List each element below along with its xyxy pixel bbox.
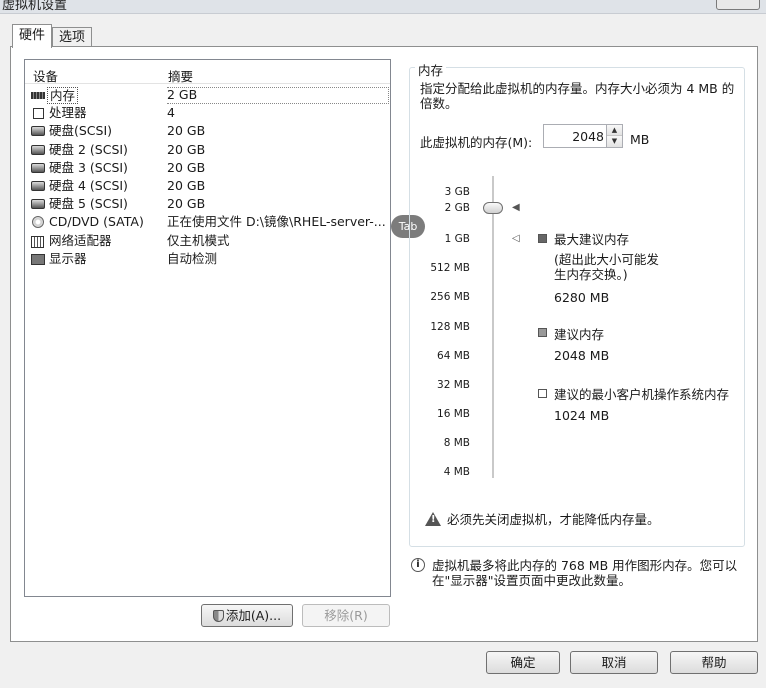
cancel-button[interactable]: 取消: [570, 651, 658, 674]
device-summary: 20 GB: [167, 196, 206, 212]
column-header-summary[interactable]: 摘要: [168, 66, 193, 85]
max-recommended-title: 最大建议内存: [554, 232, 630, 247]
device-name: 显示器: [49, 250, 87, 266]
device-row-memory[interactable]: 内存 2 GB: [25, 87, 390, 105]
scale-label: 256 MB: [430, 291, 470, 303]
recommended-marker-icon: ◀: [512, 202, 520, 213]
disk-icon: [31, 199, 45, 210]
recommended-value: 2048 MB: [554, 348, 610, 363]
device-name: 硬盘 4 (SCSI): [49, 177, 128, 193]
device-name: 硬盘(SCSI): [49, 123, 113, 139]
scale-label: 512 MB: [430, 262, 470, 274]
warning-text: 必须先关闭虚拟机，才能降低内存量。: [447, 512, 660, 527]
recommended-swatch-icon: [538, 328, 547, 337]
memory-icon: [31, 92, 45, 99]
scale-label: 3 GB: [444, 186, 470, 198]
device-row-cd-dvd[interactable]: CD/DVD (SATA) 正在使用文件 D:\镜像\RHEL-server-.…: [25, 214, 390, 232]
memory-slider-track[interactable]: [492, 176, 494, 478]
info-icon: i: [411, 558, 425, 572]
device-list-header: 设备 摘要: [25, 60, 390, 84]
add-button[interactable]: 添加(A)...: [201, 604, 293, 627]
scale-label: 128 MB: [430, 321, 470, 333]
min-recommended-title: 建议的最小客户机操作系统内存: [554, 387, 730, 402]
disk-icon: [31, 126, 45, 137]
device-row-disk-4[interactable]: 硬盘 4 (SCSI) 20 GB: [25, 178, 390, 196]
processor-icon: [33, 108, 44, 120]
scale-label: 64 MB: [437, 350, 470, 362]
scale-label: 16 MB: [437, 408, 470, 420]
network-adapter-icon: [31, 235, 44, 248]
device-name: 网络适配器: [49, 232, 112, 248]
min-recommended-value: 1024 MB: [554, 408, 610, 423]
disk-icon: [31, 144, 45, 155]
device-summary: 20 GB: [167, 123, 206, 139]
remove-button[interactable]: 移除(R): [302, 604, 390, 627]
spinner-arrows: ▲ ▼: [606, 125, 622, 147]
device-row-disk-1[interactable]: 硬盘(SCSI) 20 GB: [25, 123, 390, 141]
window-title: 虚拟机设置: [2, 0, 68, 13]
spin-down-icon[interactable]: ▼: [607, 136, 622, 147]
device-summary: 20 GB: [167, 177, 206, 193]
memory-spinner[interactable]: 2048 ▲ ▼: [543, 124, 623, 148]
max-recommended-value: 6280 MB: [554, 290, 610, 305]
memory-slider-thumb[interactable]: [483, 202, 503, 214]
device-row-display[interactable]: 显示器 自动检测: [25, 251, 390, 269]
device-row-network-adapter[interactable]: 网络适配器 仅主机模式: [25, 233, 390, 251]
device-row-disk-3[interactable]: 硬盘 3 (SCSI) 20 GB: [25, 160, 390, 178]
device-list[interactable]: 设备 摘要 内存 2 GB 处理器 4 硬盘(SCSI) 20 GB 硬盘 2 …: [24, 59, 391, 597]
device-name: 内存: [47, 87, 79, 104]
max-recommended-swatch-icon: [538, 234, 547, 243]
disk-icon: [31, 162, 45, 173]
memory-description: 指定分配给此虚拟机的内存量。内存大小必须为 4 MB 的倍数。: [420, 81, 735, 111]
scale-label: 8 MB: [443, 437, 470, 449]
monitor-icon: [31, 253, 45, 265]
tab-options[interactable]: 选项: [52, 27, 93, 48]
memory-group-title: 内存: [415, 60, 447, 79]
memory-unit: MB: [630, 132, 650, 147]
recommended-title: 建议内存: [554, 327, 605, 342]
device-row-processor[interactable]: 处理器 4: [25, 105, 390, 123]
memory-value-input[interactable]: 2048: [572, 129, 604, 144]
scale-label: 4 MB: [443, 466, 470, 478]
min-recommended-swatch-icon: [538, 389, 547, 398]
device-summary: 20 GB: [167, 159, 206, 175]
device-summary: 20 GB: [167, 141, 206, 157]
shield-icon: [212, 610, 224, 622]
device-summary: 自动检测: [167, 250, 218, 266]
device-name: 处理器: [49, 105, 87, 121]
cd-dvd-icon: [32, 216, 44, 229]
device-row-disk-5[interactable]: 硬盘 5 (SCSI) 20 GB: [25, 196, 390, 214]
tab-hardware[interactable]: 硬件: [12, 24, 53, 48]
warning-icon: [425, 512, 441, 526]
disk-icon: [31, 180, 45, 191]
device-name: 硬盘 2 (SCSI): [49, 141, 128, 157]
close-button[interactable]: [716, 0, 760, 10]
info-text: 虚拟机最多将此内存的 768 MB 用作图形内存。您可以在"显示器"设置页面中更…: [432, 558, 738, 588]
memory-field-label: 此虚拟机的内存(M):: [420, 135, 533, 150]
scale-label: 1 GB: [444, 233, 470, 245]
device-name: 硬盘 3 (SCSI): [49, 159, 128, 175]
spin-up-icon[interactable]: ▲: [607, 125, 622, 136]
min-marker-icon: ◁: [512, 233, 520, 244]
title-bar: 虚拟机设置: [0, 0, 766, 14]
scale-label: 2 GB: [444, 202, 470, 214]
scale-label: 32 MB: [437, 379, 470, 391]
device-name: 硬盘 5 (SCSI): [49, 196, 128, 212]
help-button[interactable]: 帮助: [670, 651, 758, 674]
device-summary: 正在使用文件 D:\镜像\RHEL-server-...: [167, 214, 386, 230]
device-row-disk-2[interactable]: 硬盘 2 (SCSI) 20 GB: [25, 142, 390, 160]
max-recommended-note: (超出此大小可能发生内存交换。): [554, 252, 659, 282]
column-header-device[interactable]: 设备: [33, 66, 58, 85]
device-summary: 4: [167, 105, 175, 121]
ok-button[interactable]: 确定: [486, 651, 560, 674]
add-button-label: 添加(A)...: [225, 608, 282, 623]
device-name: CD/DVD (SATA): [49, 214, 144, 230]
warning-message: 必须先关闭虚拟机，才能降低内存量。: [425, 509, 660, 528]
selection-outline: [167, 87, 389, 104]
tab-bar: 硬件 选项: [12, 24, 93, 48]
device-summary: 仅主机模式: [167, 232, 230, 248]
